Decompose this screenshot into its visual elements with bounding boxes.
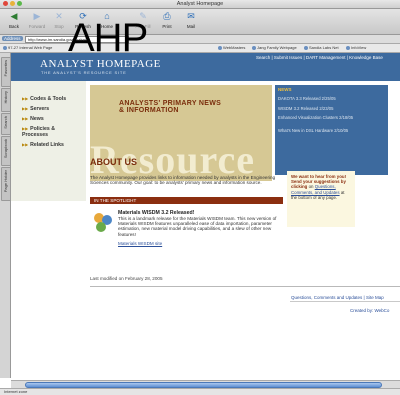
top-nav-links[interactable]: Search | Submit Issues | DART Management… (256, 55, 383, 60)
nav-label: News (30, 116, 44, 122)
nav-news[interactable]: ▶▶ News (22, 116, 44, 122)
last-modified: Last modified on February 28, 2005 (90, 276, 163, 281)
news-heading: NEWS (278, 87, 292, 92)
tab-history[interactable]: History (1, 88, 11, 112)
forward-arrow-icon: ▶ (33, 11, 41, 21)
hero-title-line: ANALYSTS' PRIMARY NEWS (119, 100, 222, 107)
molecule-icon (94, 213, 112, 232)
favorite-item[interactable]: InfoView (346, 45, 366, 50)
address-bar: Address http://www-im.sandia.gov/analyst… (0, 35, 400, 44)
favorite-label: 97-27 Internal Web Page (8, 45, 53, 50)
mail-button[interactable]: ✉ Mail (180, 10, 202, 29)
spotlight-label: IN THE SPOTLIGHT (94, 198, 137, 203)
stop-button[interactable]: ✕ Stop (48, 10, 70, 29)
hero-title: ANALYSTS' PRIMARY NEWS & INFORMATION (119, 100, 221, 114)
mail-icon: ✉ (187, 11, 195, 21)
print-icon: ⎙ (163, 11, 171, 21)
footer-links[interactable]: Questions, Comments and Updates | Site M… (291, 295, 384, 300)
nav-label: Servers (30, 106, 50, 112)
hero-title-line: & INFORMATION (119, 107, 179, 114)
mail-label: Mail (186, 24, 196, 29)
arrow-icon: ▶▶ (22, 142, 29, 147)
nav-label: Related Links (30, 142, 64, 148)
ahp-overlay-text: AHP (68, 16, 148, 60)
favorite-label: Jang Family Webpage (257, 45, 297, 50)
browser-toolbar: ◀ Back ▶ Forward ✕ Stop ⟳ Refresh ⌂ Home… (0, 9, 400, 35)
bookmark-icon (304, 45, 308, 50)
spotlight-link[interactable]: Materials WISDM site (118, 241, 162, 246)
favorite-label: Sandia Labs Net (309, 45, 339, 50)
side-tabs: Favorites History Search Scrapbook Page … (0, 53, 11, 378)
divider (90, 286, 400, 287)
arrow-icon: ▶▶ (22, 126, 29, 131)
tab-label: Page Holder (3, 170, 8, 193)
arrow-icon: ▶▶ (22, 116, 29, 121)
arrow-icon: ▶▶ (22, 96, 29, 101)
print-label: Print (162, 24, 172, 29)
favorite-item[interactable]: Sandia Labs Net (304, 45, 339, 50)
suggestion-box: We want to hear from you! Send your sugg… (287, 171, 355, 227)
tab-search[interactable]: Search (1, 113, 11, 135)
tab-label: Search (3, 116, 8, 129)
favorite-item[interactable]: WebMasters (218, 45, 245, 50)
nav-label: Codes & Tools (30, 96, 67, 102)
bookmark-icon (218, 45, 222, 50)
favorite-item[interactable]: Jang Family Webpage (252, 45, 297, 50)
back-label: Back (8, 24, 19, 29)
title-bar: Analyst Homepage (0, 0, 400, 9)
favorite-label: InfoView (351, 45, 367, 50)
bookmark-icon (3, 45, 7, 50)
print-button[interactable]: ⎙ Print (156, 10, 178, 29)
news-item[interactable]: DAKOTA 3.3 Released 2/25/05 (278, 96, 384, 101)
back-arrow-icon: ◀ (10, 11, 18, 21)
tab-page-holder[interactable]: Page Holder (1, 167, 11, 201)
favorite-item[interactable]: 97-27 Internal Web Page (3, 45, 52, 50)
bookmark-icon (252, 45, 256, 50)
created-by-link[interactable]: Created by: WebCo (350, 308, 389, 313)
news-item[interactable]: Enhanced Visualization Clusters 2/18/05 (278, 115, 384, 120)
news-item[interactable]: WISDM 3.2 Released 2/23/05 (278, 106, 384, 111)
nav-servers[interactable]: ▶▶ Servers (22, 106, 49, 112)
status-text: Internet zone (4, 389, 28, 394)
favorites-bar: 97-27 Internal Web Page WebMasters Jang … (0, 44, 400, 53)
nav-policies-processes[interactable]: ▶▶ Policies & Processes (22, 126, 74, 138)
tab-label: Favorites (3, 60, 8, 77)
about-text: The Analyst Homepage provides links to i… (90, 175, 276, 186)
tab-scrapbook[interactable]: Scrapbook (1, 136, 11, 166)
tab-favorites[interactable]: Favorites (1, 57, 11, 87)
stop-label: Stop (54, 24, 64, 29)
stop-icon: ✕ (55, 11, 63, 21)
site-tagline: THE ANALYST'S RESOURCE SITE (41, 70, 127, 75)
divider (290, 301, 400, 302)
bookmark-icon (346, 45, 350, 50)
spotlight-body: This is a landmark release for the Mater… (118, 216, 277, 237)
nav-codes-tools[interactable]: ▶▶ Codes & Tools (22, 96, 66, 102)
horizontal-scrollbar[interactable] (11, 380, 400, 388)
back-button[interactable]: ◀ Back (3, 10, 25, 29)
tab-label: Scrapbook (3, 139, 8, 159)
nav-related-links[interactable]: ▶▶ Related Links (22, 142, 64, 148)
favorite-label: WebMasters (223, 45, 246, 50)
address-label: Address (2, 36, 23, 41)
tab-label: History (3, 91, 8, 104)
forward-button[interactable]: ▶ Forward (26, 10, 48, 29)
window-title: Analyst Homepage (176, 1, 224, 7)
news-item[interactable]: What's New in DSL Hardware 2/10/05 (278, 128, 384, 133)
arrow-icon: ▶▶ (22, 106, 29, 111)
forward-label: Forward (28, 24, 46, 29)
about-heading: ABOUT US (90, 157, 137, 167)
